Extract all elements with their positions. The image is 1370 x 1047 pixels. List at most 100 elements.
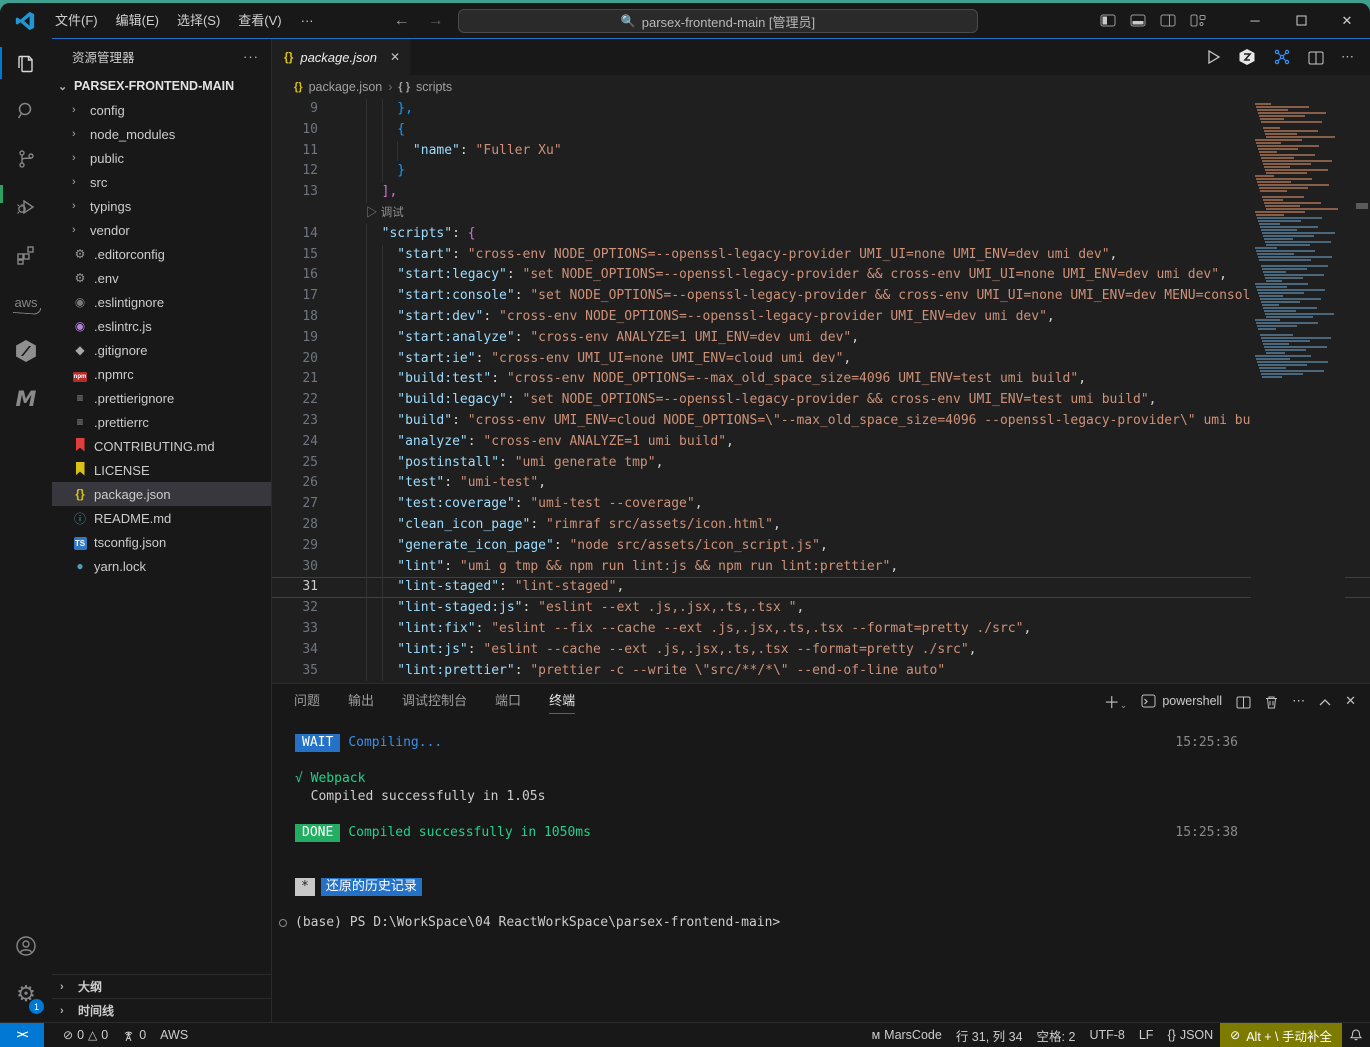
tree-item--prettierrc[interactable]: ≡.prettierrc [52,410,271,434]
split-editor-icon[interactable] [1308,49,1324,65]
menu-item[interactable]: 文件(F) [46,8,107,34]
close-tab-icon[interactable]: ✕ [390,50,400,64]
code-line-20[interactable]: 20 "start:ie": "cross-env UMI_UI=none UM… [272,349,1370,370]
code-line-16[interactable]: 16 "start:legacy": "set NODE_OPTIONS=--o… [272,265,1370,286]
status-UTF-8[interactable]: UTF-8 [1082,1023,1131,1047]
tree-item-typings[interactable]: ›typings [52,194,271,218]
status-AWS[interactable]: AWS [153,1023,195,1047]
nav-back-icon[interactable]: ← [394,12,410,30]
panel-tab-调试控制台[interactable]: 调试控制台 [402,684,467,718]
terminal-output[interactable]: WAITCompiling...15:25:36√ Webpack Compil… [272,718,1370,1022]
panel-tab-输出[interactable]: 输出 [348,684,374,718]
run-and-debug-icon[interactable] [0,183,52,231]
code-line-22[interactable]: 22 "build:legacy": "set NODE_OPTIONS=--o… [272,390,1370,411]
marscode-icon[interactable]: M [0,375,52,423]
menu-item[interactable]: 选择(S) [168,8,229,34]
toggle-sidebar-icon[interactable] [1100,14,1116,27]
new-terminal-icon[interactable]: ＋⌄ [1104,689,1128,713]
tree-item-config[interactable]: ›config [52,98,271,122]
code-line-21[interactable]: 21 "build:test": "cross-env NODE_OPTIONS… [272,369,1370,390]
search-icon[interactable] [0,87,52,135]
code-line-14[interactable]: 14 "scripts": { [272,224,1370,245]
close-panel-icon[interactable]: ✕ [1345,693,1356,709]
explorer-icon[interactable] [0,39,52,87]
code-line-13[interactable]: 13 ], [272,182,1370,203]
tree-item-readme-md[interactable]: ⓘREADME.md [52,506,271,530]
menu-item[interactable]: 查看(V) [229,8,290,34]
tree-item--npmrc[interactable]: npm.npmrc [52,362,271,386]
panel-tab-端口[interactable]: 端口 [495,684,521,718]
editor-more-icon[interactable]: ⋯ [1341,49,1354,65]
code-line-31[interactable]: 31 "lint-staged": "lint-staged", [272,577,1370,598]
maximize-panel-icon[interactable] [1319,694,1331,709]
extension-hexagon-icon[interactable] [0,327,52,375]
tree-item-package-json[interactable]: {}package.json [52,482,271,506]
tree-item-vendor[interactable]: ›vendor [52,218,271,242]
aws-icon[interactable]: aws [0,279,52,327]
code-line-23[interactable]: 23 "build": "cross-env UMI_ENV=cloud NOD… [272,411,1370,432]
extensions-icon[interactable] [0,231,52,279]
tree-item-node-modules[interactable]: ›node_modules [52,122,271,146]
close-window-button[interactable]: ✕ [1324,3,1370,38]
accounts-icon[interactable] [0,922,52,970]
code-line-28[interactable]: 28 "clean_icon_page": "rimraf src/assets… [272,515,1370,536]
breadcrumb-symbol[interactable]: scripts [416,80,452,94]
kill-terminal-icon[interactable] [1265,693,1278,709]
tree-item-public[interactable]: ›public [52,146,271,170]
breadcrumb[interactable]: {} package.json › { } scripts [272,75,1370,99]
tree-item-license[interactable]: LICENSE [52,458,271,482]
tree-item--gitignore[interactable]: ◆.gitignore [52,338,271,362]
panel-more-icon[interactable]: ⋯ [1292,693,1305,709]
status-空格: 2[interactable]: 空格: 2 [1030,1023,1083,1047]
shell-selector[interactable]: powershell [1141,694,1222,708]
status-errors-warnings[interactable]: ⊘0△0 [56,1023,115,1047]
command-center-search[interactable]: 🔍 parsex-frontend-main [管理员] [458,9,978,33]
code-line-35[interactable]: 35 "lint:prettier": "prettier -c --write… [272,661,1370,682]
tree-item--eslintrc-js[interactable]: ◉.eslintrc.js [52,314,271,338]
tree-item-src[interactable]: ›src [52,170,271,194]
toggle-panel-icon[interactable] [1130,14,1146,27]
code-line-26[interactable]: 26 "test": "umi-test", [272,473,1370,494]
code-line-10[interactable]: 10 { [272,120,1370,141]
status-LF[interactable]: LF [1132,1023,1161,1047]
code-line-11[interactable]: 11 "name": "Fuller Xu" [272,141,1370,162]
toggle-secondary-sidebar-icon[interactable] [1160,14,1176,27]
tree-item--editorconfig[interactable]: ⚙.editorconfig [52,242,271,266]
code-line-12[interactable]: 12 } [272,161,1370,182]
code-line-17[interactable]: 17 "start:console": "set NODE_OPTIONS=--… [272,286,1370,307]
extension-action-icon[interactable] [1238,48,1256,66]
code-line-29[interactable]: 29 "generate_icon_page": "node src/asset… [272,536,1370,557]
remote-indicator[interactable]: >< [0,1023,44,1047]
menu-more-button[interactable]: ··· [291,13,324,28]
customize-layout-icon[interactable] [1190,14,1206,27]
dependency-graph-icon[interactable] [1273,48,1291,66]
minimize-button[interactable]: ─ [1232,3,1278,38]
tree-item-tsconfig-json[interactable]: TStsconfig.json [52,530,271,554]
settings-gear-icon[interactable]: ⚙1 [0,970,52,1018]
tab-package-json[interactable]: {} package.json ✕ [272,39,410,75]
panel-tab-问题[interactable]: 问题 [294,684,320,718]
explorer-more-icon[interactable]: ··· [243,49,259,64]
codelens-debug[interactable]: ▷ 调试 [272,203,1370,224]
status-marscode[interactable]: ᴍMarsCode [865,1023,949,1047]
source-control-icon[interactable] [0,135,52,183]
code-line-27[interactable]: 27 "test:coverage": "umi-test --coverage… [272,494,1370,515]
code-line-9[interactable]: 9 }, [272,99,1370,120]
status-bell[interactable] [1342,1023,1370,1047]
code-line-24[interactable]: 24 "analyze": "cross-env ANALYZE=1 umi b… [272,432,1370,453]
sidebar-section-大纲[interactable]: ›大纲 [52,974,271,998]
split-terminal-icon[interactable] [1236,693,1251,708]
status-行 31, 列 34[interactable]: 行 31, 列 34 [949,1023,1030,1047]
code-line-19[interactable]: 19 "start:analyze": "cross-env ANALYZE=1… [272,328,1370,349]
restore-history-label[interactable]: 还原的历史记录 [321,878,422,896]
sidebar-section-时间线[interactable]: ›时间线 [52,998,271,1022]
code-line-30[interactable]: 30 "lint": "umi g tmp && npm run lint:js… [272,557,1370,578]
tree-item--prettierignore[interactable]: ≡.prettierignore [52,386,271,410]
menu-item[interactable]: 编辑(E) [107,8,168,34]
status-braces[interactable]: {}JSON [1160,1023,1220,1047]
code-line-18[interactable]: 18 "start:dev": "cross-env NODE_OPTIONS=… [272,307,1370,328]
terminal-prompt[interactable]: (base) PS D:\WorkSpace\04 ReactWorkSpace… [295,915,780,930]
maximize-button[interactable] [1278,3,1324,38]
code-line-33[interactable]: 33 "lint:fix": "eslint --fix --cache --e… [272,619,1370,640]
code-line-32[interactable]: 32 "lint-staged:js": "eslint --ext .js,.… [272,598,1370,619]
